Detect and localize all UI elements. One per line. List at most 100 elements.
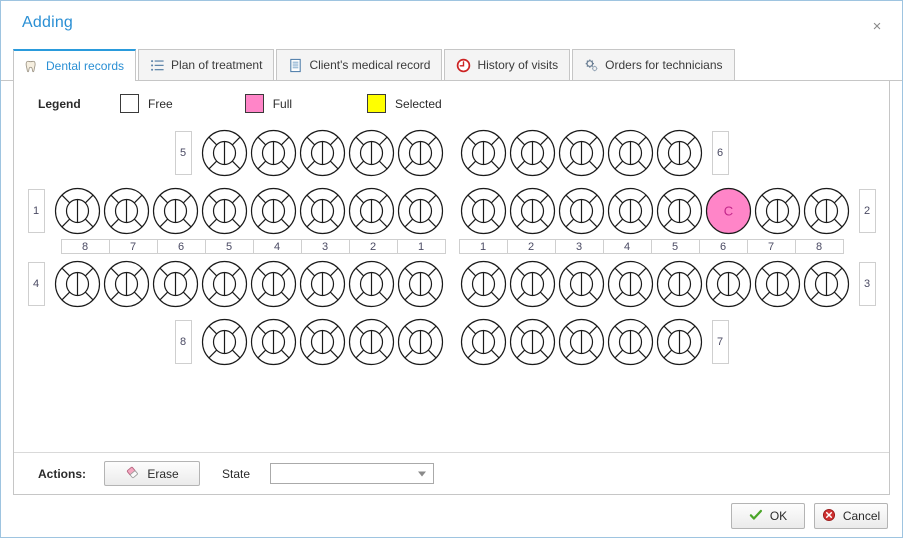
tooth-permanent-upper-left-6[interactable] (298, 185, 347, 237)
cancel-button[interactable]: Cancel (814, 503, 888, 529)
tooth-number-left-6[interactable]: 3 (300, 239, 350, 254)
arch-deciduous-lower-right (459, 316, 704, 368)
tooth-number-left-2[interactable]: 7 (108, 239, 158, 254)
chevron-down-icon (418, 471, 427, 476)
tooth-permanent-lower-left-1[interactable] (53, 258, 102, 310)
tooth-number-left-5[interactable]: 4 (252, 239, 302, 254)
tab-plan-of-treatment[interactable]: Plan of treatment (138, 49, 275, 80)
tooth-number-left-3[interactable]: 6 (156, 239, 206, 254)
tooth-number-right-3[interactable]: 3 (554, 239, 604, 254)
tooth-number-right-8[interactable]: 8 (794, 239, 844, 254)
tooth-permanent-upper-right-1[interactable] (459, 185, 508, 237)
tooth-deciduous-lower-right-4[interactable] (606, 316, 655, 368)
tooth-permanent-lower-left-6[interactable] (298, 258, 347, 310)
tooth-permanent-upper-left-2[interactable] (102, 185, 151, 237)
svg-text:C: C (723, 204, 732, 219)
tooth-permanent-upper-right-6[interactable]: C (704, 185, 753, 237)
tooth-deciduous-lower-right-3[interactable] (557, 316, 606, 368)
state-dropdown[interactable] (270, 463, 435, 484)
eraser-icon (125, 465, 140, 483)
tooth-deciduous-lower-right-1[interactable] (459, 316, 508, 368)
tooth-permanent-lower-left-5[interactable] (249, 258, 298, 310)
legend-swatch-free (120, 94, 139, 113)
tooth-permanent-lower-right-2[interactable] (508, 258, 557, 310)
legend-title: Legend (38, 96, 81, 111)
tooth-deciduous-upper-right-3[interactable] (557, 127, 606, 179)
tooth-permanent-lower-left-4[interactable] (200, 258, 249, 310)
quadrant-label-deciduous-upper-right: 6 (711, 131, 729, 175)
tooth-deciduous-upper-left-1[interactable] (200, 127, 249, 179)
tooth-permanent-upper-right-4[interactable] (606, 185, 655, 237)
tooth-permanent-upper-left-3[interactable] (151, 185, 200, 237)
dental-records-panel: Legend Free Full Selected 561C2876543211… (13, 81, 890, 495)
tooth-permanent-upper-left-5[interactable] (249, 185, 298, 237)
tab-label: Plan of treatment (171, 58, 263, 72)
tooth-number-left-4[interactable]: 5 (204, 239, 254, 254)
tooth-deciduous-lower-left-2[interactable] (249, 316, 298, 368)
tooth-deciduous-lower-left-3[interactable] (298, 316, 347, 368)
tooth-permanent-upper-left-1[interactable] (53, 185, 102, 237)
actions-label: Actions: (38, 466, 86, 481)
close-icon[interactable]: × (864, 13, 890, 39)
tooth-number-right-2[interactable]: 2 (506, 239, 556, 254)
tooth-permanent-lower-right-3[interactable] (557, 258, 606, 310)
tooth-deciduous-upper-right-5[interactable] (655, 127, 704, 179)
tooth-number-right-5[interactable]: 5 (650, 239, 700, 254)
tooth-permanent-upper-right-3[interactable] (557, 185, 606, 237)
tooth-permanent-lower-left-3[interactable] (151, 258, 200, 310)
tooth-permanent-upper-right-5[interactable] (655, 185, 704, 237)
legend-item-full: Full (244, 94, 293, 113)
tooth-number-left-8[interactable]: 1 (396, 239, 446, 254)
tooth-deciduous-upper-right-1[interactable] (459, 127, 508, 179)
arch-permanent-lower-right (459, 258, 851, 310)
tooth-permanent-upper-right-8[interactable] (802, 185, 851, 237)
tooth-permanent-lower-right-8[interactable] (802, 258, 851, 310)
erase-button[interactable]: Erase (104, 461, 200, 486)
legend-item-free: Free (120, 94, 173, 113)
tooth-permanent-upper-left-7[interactable] (347, 185, 396, 237)
tooth-permanent-upper-right-2[interactable] (508, 185, 557, 237)
tooth-number-right-1[interactable]: 1 (458, 239, 508, 254)
tooth-permanent-upper-left-4[interactable] (200, 185, 249, 237)
tooth-permanent-lower-right-5[interactable] (655, 258, 704, 310)
tab-history-of-visits[interactable]: History of visits (444, 49, 571, 80)
tooth-deciduous-lower-left-1[interactable] (200, 316, 249, 368)
cancel-icon (822, 508, 836, 525)
tooth-permanent-lower-left-8[interactable] (396, 258, 445, 310)
arch-deciduous-upper-right (459, 127, 704, 179)
tooth-deciduous-lower-left-5[interactable] (396, 316, 445, 368)
tab-clients-medical-record[interactable]: Client's medical record (276, 49, 443, 80)
legend-label: Full (272, 96, 293, 111)
tooth-number-left-7[interactable]: 2 (348, 239, 398, 254)
tooth-deciduous-lower-right-2[interactable] (508, 316, 557, 368)
tooth-deciduous-upper-left-2[interactable] (249, 127, 298, 179)
tooth-deciduous-upper-left-4[interactable] (347, 127, 396, 179)
tooth-permanent-lower-right-7[interactable] (753, 258, 802, 310)
tooth-deciduous-upper-left-5[interactable] (396, 127, 445, 179)
tooth-number-right-7[interactable]: 7 (746, 239, 796, 254)
tooth-number-right-6[interactable]: 6 (698, 239, 748, 254)
quadrant-label-permanent-upper-left: 1 (27, 189, 45, 233)
tab-label: Dental records (46, 59, 125, 73)
tooth-permanent-lower-right-4[interactable] (606, 258, 655, 310)
tooth-permanent-upper-left-8[interactable] (396, 185, 445, 237)
tooth-row-permanent-upper: 1 C 2 (14, 182, 889, 240)
tooth-number-left-1[interactable]: 8 (60, 239, 110, 254)
tab-dental-records[interactable]: Dental records (13, 49, 137, 81)
tooth-deciduous-upper-right-4[interactable] (606, 127, 655, 179)
tooth-permanent-lower-left-2[interactable] (102, 258, 151, 310)
tooth-deciduous-lower-left-4[interactable] (347, 316, 396, 368)
tooth-permanent-lower-right-1[interactable] (459, 258, 508, 310)
tooth-number-right-4[interactable]: 4 (602, 239, 652, 254)
tooth-deciduous-upper-left-3[interactable] (298, 127, 347, 179)
tooth-deciduous-lower-right-5[interactable] (655, 316, 704, 368)
quadrant-label-deciduous-upper-left: 5 (174, 131, 192, 175)
tooth-permanent-upper-right-7[interactable] (753, 185, 802, 237)
tooth-deciduous-upper-right-2[interactable] (508, 127, 557, 179)
tooth-permanent-lower-right-6[interactable] (704, 258, 753, 310)
tab-orders-for-technicians[interactable]: Orders for technicians (572, 49, 735, 80)
title-bar: Adding × (1, 1, 902, 49)
tooth-permanent-lower-left-7[interactable] (347, 258, 396, 310)
clock-history-icon (456, 58, 471, 73)
ok-button[interactable]: OK (731, 503, 805, 529)
